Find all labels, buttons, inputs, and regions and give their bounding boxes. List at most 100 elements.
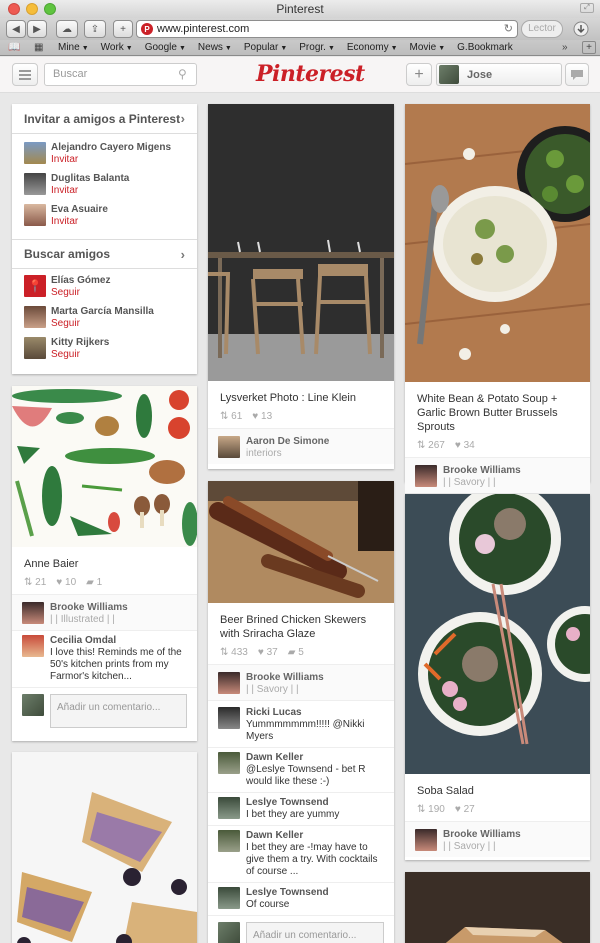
pin-image-interior[interactable] bbox=[208, 104, 394, 381]
like-count: ♥ 37 bbox=[257, 647, 278, 658]
pin-image-dessert[interactable] bbox=[405, 872, 590, 943]
pin-stats: ⇅ 61 ♥ 13 bbox=[208, 409, 394, 428]
notifications-button[interactable] bbox=[565, 63, 589, 86]
avatar bbox=[415, 465, 437, 487]
comment-input[interactable]: Añadir un comentario... bbox=[246, 922, 384, 943]
back-arrow-icon: ◀ bbox=[12, 23, 20, 35]
speech-bubble-icon: ▰ bbox=[287, 647, 296, 658]
chevron-down-icon: ▼ bbox=[81, 45, 89, 52]
avatar bbox=[218, 436, 240, 458]
pin-description: Lysverket Photo : Line Klein bbox=[220, 392, 356, 404]
pin-attribution[interactable]: Aaron De Simone interiors bbox=[208, 428, 394, 464]
pinterest-logo[interactable]: Pinterest bbox=[256, 61, 365, 87]
repin-count: ⇅ 267 bbox=[417, 440, 445, 451]
chevron-down-icon: ▼ bbox=[178, 45, 186, 52]
repin-count: ⇅ 433 bbox=[220, 647, 248, 658]
bookmark-economy[interactable]: Economy ▼ bbox=[347, 42, 398, 53]
list-item: Duglitas Balanta Invitar bbox=[12, 173, 197, 204]
zoom-window-button[interactable] bbox=[44, 3, 56, 15]
pin-card: Soba Salad ⇅ 190 ♥ 27 Brooke Williams | |… bbox=[405, 494, 590, 860]
pin-image-soup[interactable] bbox=[405, 104, 590, 382]
avatar bbox=[218, 830, 240, 852]
avatar bbox=[218, 752, 240, 774]
reload-icon[interactable]: ↻ bbox=[504, 22, 513, 35]
fullscreen-icon[interactable]: ⤢ bbox=[580, 3, 594, 13]
pin-card bbox=[12, 752, 197, 943]
reading-list-icon[interactable]: 📖 bbox=[8, 42, 20, 53]
bookmark-mine[interactable]: Mine ▼ bbox=[58, 42, 89, 53]
pin-attribution[interactable]: Brooke Williams | | Savory | | bbox=[405, 821, 590, 857]
pin-card bbox=[405, 872, 590, 943]
comment-input[interactable]: Añadir un comentario... bbox=[50, 694, 187, 728]
repin-count: ⇅ 21 bbox=[24, 577, 47, 588]
minimize-window-button[interactable] bbox=[26, 3, 38, 15]
avatar bbox=[24, 337, 46, 359]
menu-button[interactable] bbox=[12, 63, 38, 86]
bookmark-google[interactable]: Google ▼ bbox=[145, 42, 186, 53]
follow-link[interactable]: Seguir bbox=[51, 287, 110, 299]
address-bar[interactable]: P www.pinterest.com ↻ bbox=[136, 20, 518, 38]
window-titlebar: Pinterest ⤢ bbox=[0, 0, 600, 18]
share-button[interactable]: ⇪ bbox=[84, 20, 106, 38]
more-bookmarks-icon[interactable]: » bbox=[562, 42, 568, 53]
soba-photo bbox=[405, 494, 590, 774]
search-input[interactable]: Buscar bbox=[44, 63, 197, 86]
forward-button[interactable]: ▶ bbox=[27, 20, 47, 38]
dessert-photo bbox=[405, 872, 590, 943]
new-tab-button[interactable]: + bbox=[113, 20, 133, 38]
bookmark-progr[interactable]: Progr. ▼ bbox=[299, 42, 335, 53]
comment: Ricki Lucas Yummmmmmm!!!!! @Nikki Myers bbox=[208, 700, 394, 747]
pin-attribution[interactable]: Brooke Williams | | Savory | | bbox=[405, 457, 590, 493]
downloads-button[interactable] bbox=[570, 20, 592, 38]
back-button[interactable]: ◀ bbox=[6, 20, 26, 38]
add-pin-button[interactable]: + bbox=[406, 63, 432, 86]
comment: Cecilia Omdal I love this! Reminds me of … bbox=[12, 630, 197, 687]
chevron-down-icon: ▼ bbox=[125, 45, 133, 52]
pushpin-icon: 📍 bbox=[24, 275, 46, 297]
add-tab-icon[interactable]: + bbox=[582, 41, 596, 54]
pin-icon: ⇅ bbox=[417, 804, 426, 815]
follow-link[interactable]: Seguir bbox=[51, 318, 154, 330]
comment: Leslye Townsend I bet they are yummy bbox=[208, 792, 394, 825]
pin-image-vegetables[interactable] bbox=[12, 386, 197, 547]
user-menu[interactable]: Jose bbox=[436, 63, 562, 86]
avatar bbox=[24, 204, 46, 226]
pin-image-soba[interactable] bbox=[405, 494, 590, 774]
pin-icon: ⇅ bbox=[220, 647, 229, 658]
find-friends-header[interactable]: Buscar amigos › bbox=[12, 239, 197, 269]
chevron-down-icon: ▼ bbox=[280, 45, 288, 52]
like-count: ♥ 13 bbox=[252, 411, 273, 422]
bookmark-news[interactable]: News ▼ bbox=[198, 42, 232, 53]
invite-link[interactable]: Invitar bbox=[51, 216, 108, 228]
avatar bbox=[22, 694, 44, 716]
pin-image-chicken[interactable] bbox=[208, 481, 394, 603]
icloud-tabs-button[interactable]: ☁ bbox=[56, 20, 78, 38]
pin-card: White Bean & Potato Soup + Garlic Brown … bbox=[405, 104, 590, 493]
find-list: 📍 Elías Gómez Seguir Marta García Mansill… bbox=[12, 269, 197, 368]
pin-stats: ⇅ 190 ♥ 27 bbox=[405, 802, 590, 821]
interior-photo bbox=[208, 104, 394, 381]
search-icon[interactable]: ⚲ bbox=[178, 67, 187, 81]
reader-button[interactable]: Lector bbox=[521, 20, 563, 38]
repin-count: ⇅ 61 bbox=[220, 411, 243, 422]
invite-link[interactable]: Invitar bbox=[51, 185, 129, 197]
follow-link[interactable]: Seguir bbox=[51, 349, 109, 361]
close-window-button[interactable] bbox=[8, 3, 20, 15]
bookmark-gbookmark[interactable]: G.Bookmark bbox=[457, 42, 513, 53]
speech-bubble-icon: ▰ bbox=[86, 577, 94, 588]
pin-attribution[interactable]: Brooke Williams | | Savory | | bbox=[208, 664, 394, 700]
pin-image-pastry[interactable] bbox=[12, 752, 197, 943]
speech-bubble-icon bbox=[571, 69, 583, 80]
heart-icon: ♥ bbox=[257, 647, 264, 658]
invite-link[interactable]: Invitar bbox=[51, 154, 171, 166]
bookmark-popular[interactable]: Popular ▼ bbox=[244, 42, 287, 53]
top-sites-icon[interactable]: ▦ bbox=[34, 42, 43, 53]
pin-card: Lysverket Photo : Line Klein ⇅ 61 ♥ 13 A… bbox=[208, 104, 394, 469]
pinterest-favicon-icon: P bbox=[141, 23, 153, 35]
list-item: Kitty Rijkers Seguir bbox=[12, 337, 197, 368]
bookmark-work[interactable]: Work ▼ bbox=[101, 42, 133, 53]
bookmark-movie[interactable]: Movie ▼ bbox=[410, 42, 446, 53]
invite-friends-header[interactable]: Invitar a amigos a Pinterest › bbox=[12, 104, 197, 134]
pin-attribution[interactable]: Brooke Williams | | Illustrated | | bbox=[12, 594, 197, 630]
list-item: 📍 Elías Gómez Seguir bbox=[12, 275, 197, 306]
